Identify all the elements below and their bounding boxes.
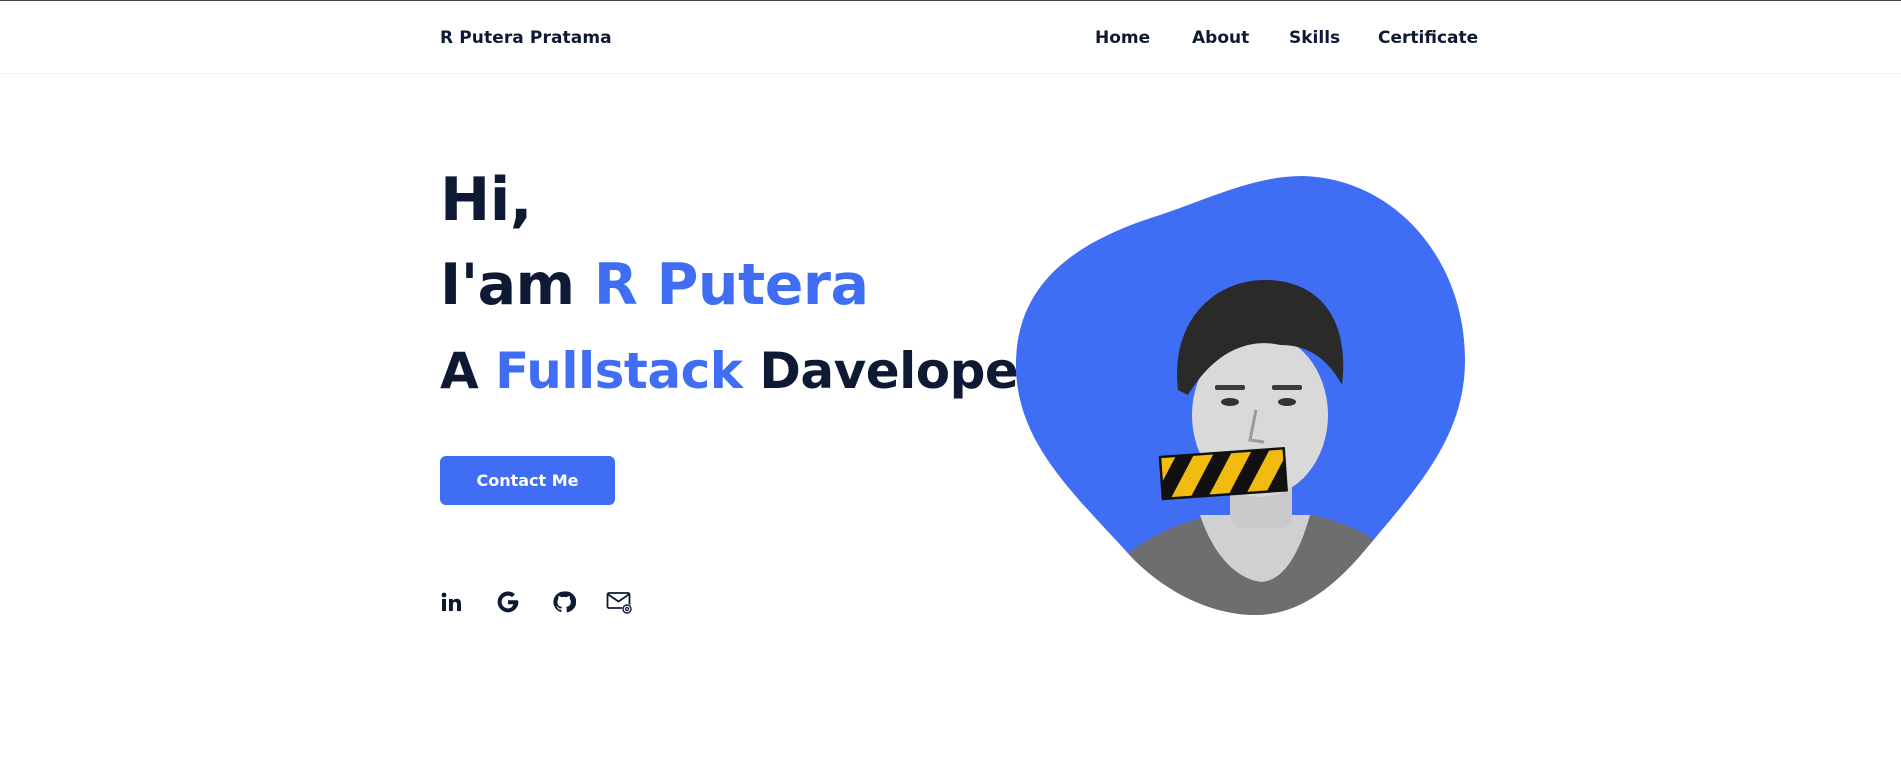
google-link[interactable] bbox=[492, 586, 524, 618]
hero-role: A Fullstack Daveloper bbox=[440, 342, 1043, 400]
nav-home-link[interactable]: Home bbox=[1095, 28, 1150, 48]
brand-logo[interactable]: R Putera Pratama bbox=[440, 28, 612, 48]
profile-photo bbox=[1016, 176, 1465, 615]
nav-skills-link[interactable]: Skills bbox=[1289, 28, 1340, 48]
role-prefix: A bbox=[440, 342, 479, 400]
intro-prefix: I'am bbox=[440, 252, 575, 318]
email-link[interactable] bbox=[604, 586, 636, 618]
site-header: R Putera Pratama Home About Skills Certi… bbox=[0, 1, 1901, 74]
linkedin-link[interactable] bbox=[436, 586, 468, 618]
hero-intro: I'am R Putera bbox=[440, 252, 869, 318]
github-icon bbox=[552, 590, 576, 614]
nav-about-link[interactable]: About bbox=[1192, 28, 1249, 48]
role-highlight: Fullstack bbox=[495, 342, 743, 400]
linkedin-icon bbox=[441, 592, 463, 612]
hero-name: R Putera bbox=[593, 252, 869, 318]
google-icon bbox=[495, 589, 521, 615]
role-suffix: Daveloper bbox=[759, 342, 1043, 400]
contact-me-button[interactable]: Contact Me bbox=[440, 456, 615, 505]
hero-greeting: Hi, bbox=[440, 165, 533, 235]
email-icon bbox=[606, 589, 634, 615]
profile-image bbox=[1010, 170, 1470, 620]
nav-certificate-link[interactable]: Certificate bbox=[1378, 28, 1478, 48]
github-link[interactable] bbox=[548, 586, 580, 618]
